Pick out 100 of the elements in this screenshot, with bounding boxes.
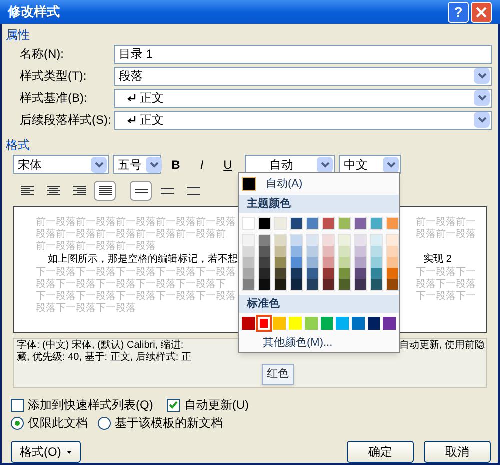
color-swatch[interactable] [323,279,334,290]
color-swatch[interactable] [307,257,318,268]
context-text: 前一段落前一 [416,216,476,228]
color-swatch[interactable] [323,257,334,268]
color-swatch[interactable] [289,317,302,330]
color-swatch[interactable] [322,217,335,230]
help-button[interactable]: ? [448,2,469,22]
color-swatch[interactable] [307,279,318,290]
style-dropdown[interactable]: 段落 [114,66,492,86]
color-swatch[interactable] [242,177,256,191]
color-swatch[interactable] [352,317,365,330]
color-swatch[interactable] [387,279,398,290]
color-swatch[interactable] [275,235,286,246]
color-swatch[interactable] [242,217,255,230]
color-swatch[interactable] [336,317,349,330]
color-swatch[interactable] [370,217,383,230]
checkbox[interactable] [167,398,180,412]
color-swatch[interactable] [243,257,254,268]
menu-item[interactable]: 自动(A) [264,176,305,192]
color-swatch[interactable] [355,235,366,246]
color-swatch[interactable] [275,257,286,268]
color-swatch[interactable] [291,235,302,246]
color-swatch[interactable] [339,235,350,246]
checkbox[interactable] [11,398,24,412]
color-swatch[interactable] [355,268,366,279]
color-swatch[interactable] [307,268,318,279]
color-swatch[interactable] [355,257,366,268]
language-dropdown[interactable]: 中文 [339,155,401,174]
color-swatch[interactable] [339,268,350,279]
color-swatch[interactable] [243,268,254,279]
color-swatch[interactable] [368,317,380,330]
color-swatch[interactable] [386,217,399,230]
style-dropdown[interactable]: 正文 [114,110,492,130]
color-swatch[interactable] [371,235,382,246]
color-swatch[interactable] [259,257,270,268]
line-spacing-button[interactable] [130,180,152,201]
color-swatch[interactable] [307,246,318,257]
color-swatch[interactable] [274,217,287,230]
format-button[interactable]: I [191,154,213,175]
align-button[interactable] [94,180,116,201]
color-swatch[interactable] [387,235,398,246]
format-button[interactable]: B [165,154,187,175]
color-swatch[interactable] [275,279,286,290]
context-text: 下一段落下一段落下一段落下一段落下一段落 [36,290,236,302]
color-swatch[interactable] [259,268,270,279]
ok-button[interactable]: 确定 [347,441,414,463]
color-swatch[interactable] [275,268,286,279]
color-swatch[interactable] [371,246,382,257]
color-swatch[interactable] [320,317,334,330]
field-label: 样式类型(T): [20,68,88,85]
color-swatch[interactable] [306,217,319,230]
color-swatch[interactable] [259,235,270,246]
color-swatch[interactable] [371,279,382,290]
color-swatch[interactable] [387,257,398,268]
color-swatch[interactable] [275,246,286,257]
color-swatch[interactable] [243,279,254,290]
color-swatch[interactable] [387,246,398,257]
color-swatch[interactable] [243,235,254,246]
window-title: 修改样式 [8,3,61,22]
color-swatch[interactable] [339,246,350,257]
line-spacing-icon [160,185,174,196]
color-swatch[interactable] [339,257,350,268]
size-dropdown[interactable]: 五号 [113,155,161,174]
input-field[interactable]: 目录 1 [114,44,492,64]
color-swatch[interactable] [355,246,366,257]
color-swatch[interactable] [304,317,318,330]
color-swatch[interactable] [323,235,334,246]
color-swatch[interactable] [339,279,350,290]
color-swatch[interactable] [323,268,334,279]
radio-button[interactable] [98,416,111,430]
color-swatch[interactable] [259,246,270,257]
color-swatch[interactable] [258,217,271,230]
color-swatch[interactable] [243,246,254,257]
color-swatch[interactable] [291,246,302,257]
color-swatch[interactable] [354,217,367,230]
color-swatch[interactable] [242,317,255,330]
format-menu-button[interactable]: 格式(O) [11,441,82,463]
color-swatch[interactable] [273,317,286,330]
color-swatch[interactable] [371,257,382,268]
color-swatch[interactable] [259,279,270,290]
color-swatch[interactable] [387,268,398,279]
color-swatch[interactable] [307,235,318,246]
color-swatch[interactable] [338,217,351,230]
align-icon [46,186,60,196]
color-swatch[interactable] [383,317,396,330]
cancel-button[interactable]: 取消 [424,441,491,463]
close-button[interactable] [471,2,492,22]
color-swatch[interactable] [290,217,303,230]
color-swatch[interactable] [355,279,366,290]
color-swatch[interactable] [291,257,302,268]
menu-item[interactable]: 其他颜色(M)... [239,334,399,352]
font-dropdown[interactable]: 宋体 [13,155,109,174]
color-swatch[interactable] [371,268,382,279]
color-swatch[interactable] [323,246,334,257]
color-swatch[interactable] [291,268,302,279]
format-button[interactable]: U [217,154,239,175]
radio-button[interactable] [11,416,24,430]
style-dropdown[interactable]: 正文 [114,88,492,108]
color-swatch[interactable] [291,279,302,290]
sample-text: 实现 2 [424,254,452,266]
